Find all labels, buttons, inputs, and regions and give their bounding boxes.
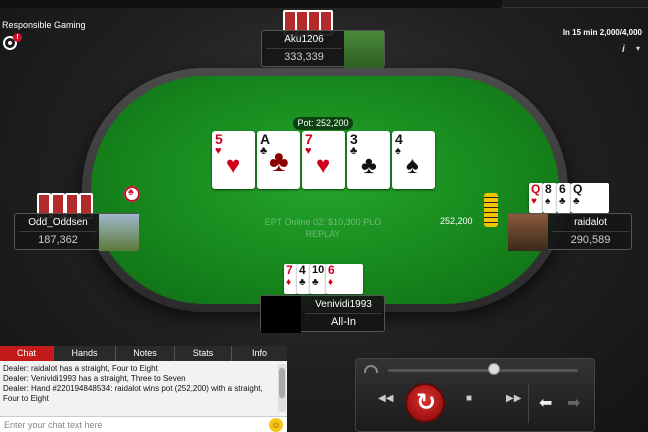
player-name: Venividi1993 [315, 299, 372, 310]
chat-message: Dealer: Venividi1993 has a straight, Thr… [3, 374, 186, 383]
player-card: 8 ♠ [543, 183, 557, 213]
dealer-button [124, 186, 140, 202]
board-card-5: 4 ♠ ♠ [392, 131, 435, 189]
hand-navigation: ⬅ ➡ [528, 383, 592, 423]
tab-stats[interactable]: Stats [175, 346, 232, 361]
chat-tabs: Chat Hands Notes Stats Info [0, 346, 287, 361]
window-controls[interactable] [502, 0, 648, 8]
player-card: 6 ♦ [326, 264, 363, 294]
chat-input-placeholder: Enter your chat text here [4, 420, 103, 430]
seat-divider [552, 231, 629, 232]
tab-notes[interactable]: Notes [116, 346, 175, 361]
seat-bottom[interactable]: Venividi1993 All-In [260, 295, 385, 333]
tab-chat[interactable]: Chat [0, 346, 54, 361]
replay-controls: ◀◀ ■ ▶▶ ⬅ ➡ [355, 358, 595, 432]
board-card-3: 7 ♥ ♥ [302, 131, 345, 189]
player-card: 7 ♦ [284, 264, 298, 294]
replay-slider[interactable] [388, 369, 578, 372]
chip-stack-icon [484, 193, 498, 227]
seat-divider [266, 48, 342, 49]
arrow-right-icon[interactable]: ➡ [567, 393, 580, 413]
blind-level-info: In 15 min 2,000/4,000 [562, 28, 642, 37]
info-icon[interactable]: i [622, 44, 625, 55]
player-card: Q ♥ [529, 183, 543, 213]
seat-right[interactable]: raidalot 290,589 [507, 213, 632, 251]
tab-hands[interactable]: Hands [54, 346, 116, 361]
fast-forward-button[interactable]: ▶▶ [506, 393, 521, 404]
player-stack: 187,362 [38, 234, 78, 246]
speed-gauge-icon[interactable] [364, 365, 378, 373]
stop-button[interactable]: ■ [466, 393, 472, 404]
avatar [344, 31, 384, 68]
chat-message: Dealer: raidalot has a straight, Four to… [3, 364, 158, 373]
board-card-1: 5 ♥ ♥ [212, 131, 255, 189]
player-card: Q ♣ [571, 183, 609, 213]
chat-panel: Chat Hands Notes Stats Info Dealer: raid… [0, 346, 287, 432]
arrow-left-icon[interactable]: ⬅ [539, 393, 552, 413]
player-stack: 333,339 [284, 51, 324, 63]
avatar [261, 296, 301, 333]
avatar [99, 214, 139, 251]
board-card-4: 3 ♣ ♣ [347, 131, 390, 189]
replay-label: REPLAY [305, 229, 341, 239]
bet-amount: 252,200 [440, 216, 473, 226]
tab-info[interactable]: Info [232, 346, 287, 361]
avatar [508, 214, 548, 251]
smiley-icon[interactable]: ☺ [269, 418, 283, 432]
seat-divider [19, 231, 97, 232]
slider-knob[interactable] [488, 363, 500, 375]
chat-scrollbar[interactable] [278, 364, 286, 412]
notification-badge: ! [13, 33, 22, 42]
event-name: EPT Online 02: $10,300 PLO [264, 217, 382, 227]
player-name: Aku1206 [284, 34, 324, 45]
player-card: 6 ♣ [557, 183, 571, 213]
board-card-2: A ♣ ♣ [257, 131, 300, 189]
chat-log: Dealer: raidalot has a straight, Four to… [3, 364, 273, 404]
replay-button[interactable] [405, 383, 445, 423]
seat-left[interactable]: Odd_Oddsen 187,362 [14, 213, 140, 251]
chat-input[interactable]: Enter your chat text here ☺ [0, 416, 287, 432]
seat-divider [305, 313, 382, 314]
player-name: raidalot [574, 217, 607, 228]
pot-label: Pot: 252,200 [293, 117, 353, 130]
seat-top[interactable]: Aku1206 333,339 [261, 30, 385, 68]
table-watermark: EPT Online 02: $10,300 PLO REPLAY [230, 216, 416, 240]
player-stack: 290,589 [570, 234, 611, 246]
player-card: 10 ♣ [310, 264, 327, 294]
player-name: Odd_Oddsen [28, 217, 88, 228]
chat-message: Dealer: Hand #220194848534: raidalot win… [3, 384, 263, 403]
responsible-gaming-link[interactable]: Responsible Gaming [2, 20, 86, 30]
top-bar [0, 0, 648, 8]
rewind-button[interactable]: ◀◀ [378, 393, 393, 404]
caret-down-icon[interactable]: ▾ [636, 44, 640, 53]
player-card: 4 ♣ [297, 264, 311, 294]
player-stack: All-In [330, 316, 357, 328]
